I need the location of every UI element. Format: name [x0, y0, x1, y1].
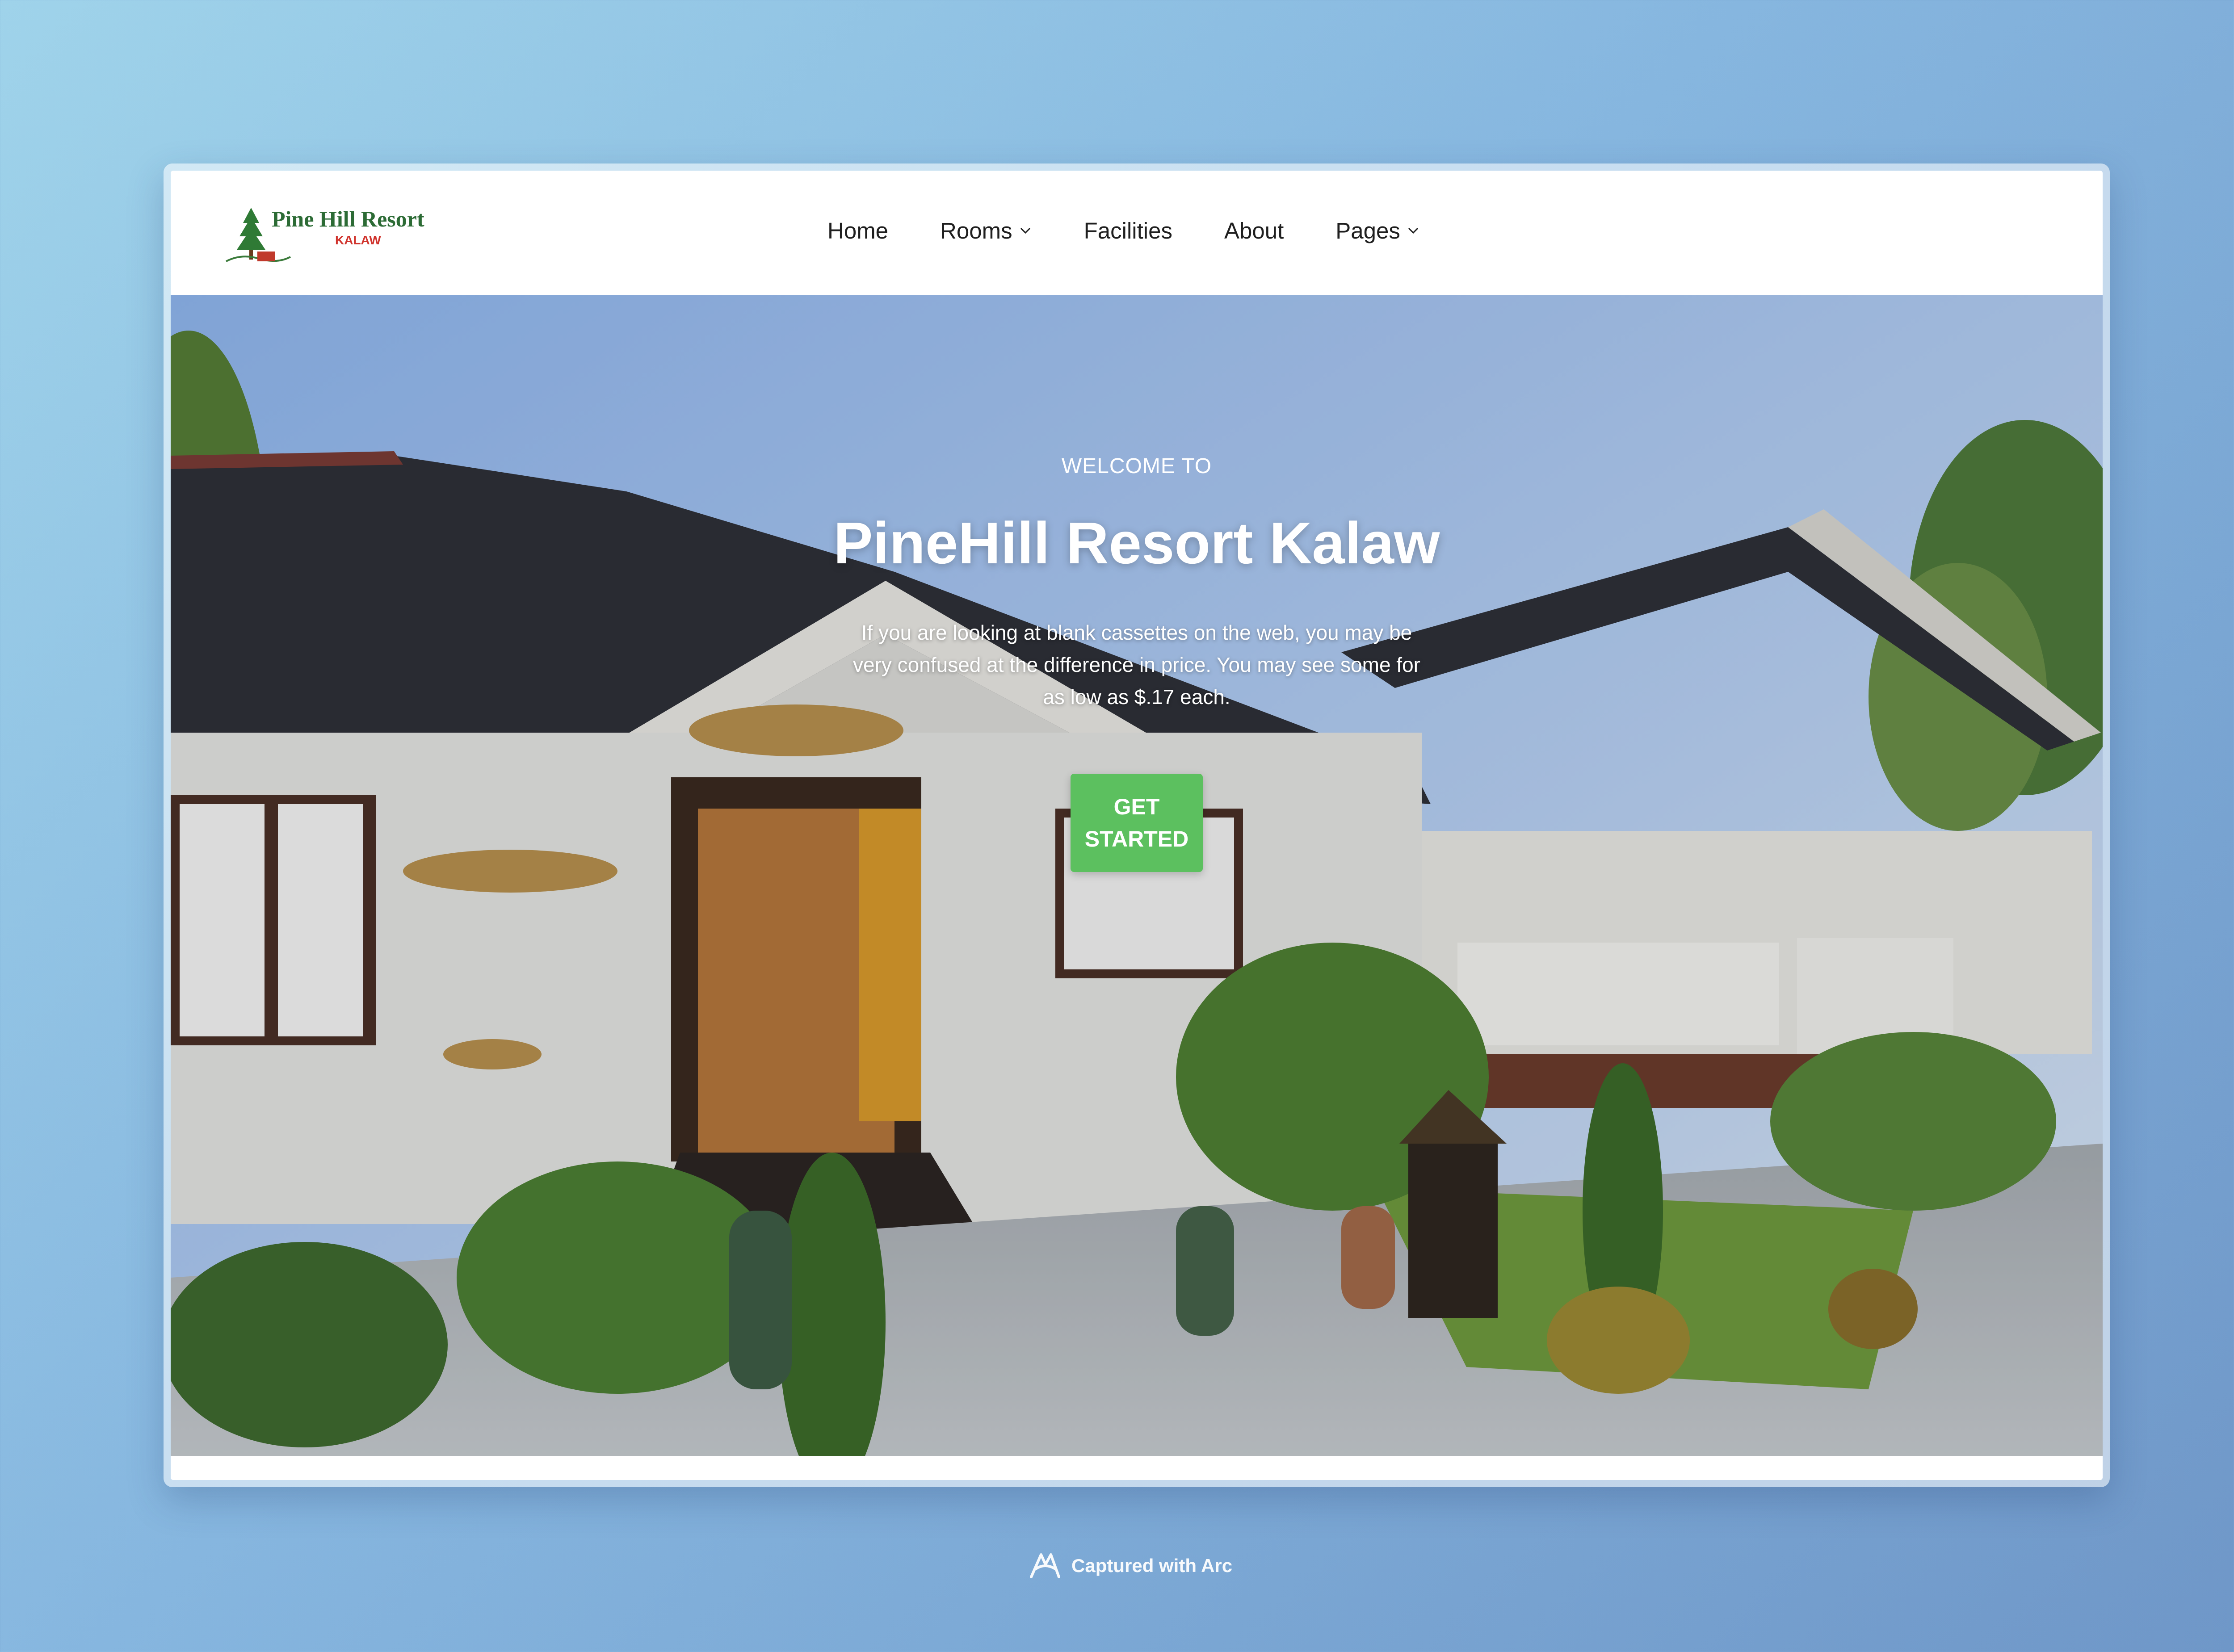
chevron-down-icon — [1020, 227, 1030, 234]
hero-section: WELCOME TO PineHill Resort Kalaw If you … — [171, 295, 2103, 1456]
arc-logo-icon — [1030, 1553, 1060, 1578]
nav-rooms-label: Rooms — [940, 218, 1012, 243]
page-bottom-strip — [171, 1459, 2103, 1480]
nav-about-label: About — [1224, 218, 1284, 243]
site-logo[interactable]: Pine Hill Resort KALAW — [223, 200, 456, 267]
main-nav: Home Rooms Facilities About Pages — [827, 213, 1420, 248]
nav-rooms[interactable]: Rooms — [940, 218, 1032, 244]
hero-description: If you are looking at blank cassettes on… — [853, 621, 1420, 709]
nav-facilities[interactable]: Facilities — [1084, 218, 1172, 244]
nav-about[interactable]: About — [1224, 218, 1284, 244]
site-header: Pine Hill Resort KALAW Home Rooms Facili… — [171, 171, 2103, 295]
nav-home[interactable]: Home — [827, 218, 888, 244]
get-started-button[interactable]: GET STARTED — [1071, 774, 1203, 872]
logo-name: Pine Hill Resort — [272, 206, 424, 231]
web-page: Pine Hill Resort KALAW Home Rooms Facili… — [171, 171, 2103, 1480]
chevron-down-icon — [1408, 227, 1418, 234]
nav-pages[interactable]: Pages — [1335, 218, 1420, 244]
nav-facilities-label: Facilities — [1083, 218, 1172, 243]
nav-home-label: Home — [827, 218, 889, 243]
capture-watermark: Captured with Arc — [1028, 1550, 1232, 1581]
logo-location: KALAW — [335, 233, 381, 247]
pine-tree-logo-icon: Pine Hill Resort KALAW — [226, 206, 424, 262]
nav-pages-label: Pages — [1335, 218, 1400, 243]
browser-window: Pine Hill Resort KALAW Home Rooms Facili… — [164, 164, 2110, 1487]
capture-text: Captured with Arc — [1071, 1555, 1233, 1576]
hero-eyebrow: WELCOME TO — [1061, 454, 1212, 478]
hero-title: PineHill Resort Kalaw — [833, 510, 1440, 576]
